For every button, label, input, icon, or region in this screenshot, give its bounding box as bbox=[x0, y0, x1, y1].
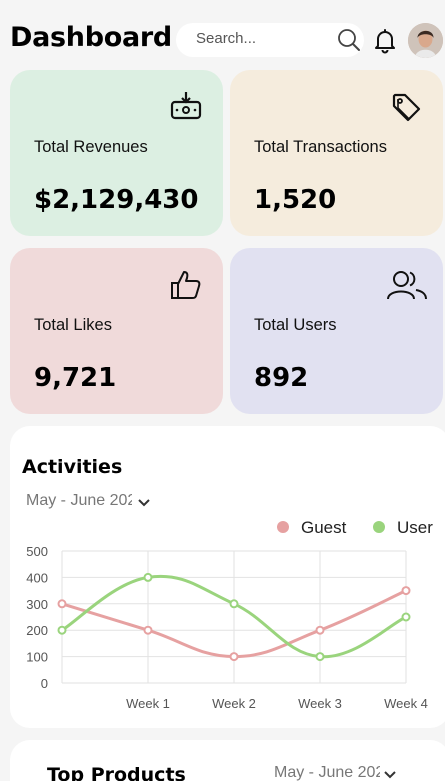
data-point-user bbox=[229, 599, 239, 609]
data-point-user bbox=[401, 612, 411, 622]
activities-panel: Activities May - June 2021 Guest User 0 1… bbox=[10, 426, 445, 728]
x-tick-label: Week 4 bbox=[384, 696, 428, 711]
legend-user-label: User bbox=[397, 518, 433, 537]
legend-guest-dot bbox=[277, 521, 289, 533]
y-tick-label: 100 bbox=[26, 650, 48, 665]
header: Dashboard bbox=[0, 8, 445, 70]
money-download-icon bbox=[170, 92, 202, 120]
stat-card-likes[interactable]: Total Likes 9,721 bbox=[10, 248, 223, 414]
data-point-guest bbox=[315, 625, 325, 635]
stat-label: Total Likes bbox=[34, 316, 112, 334]
top-products-title: Top Products bbox=[47, 764, 186, 781]
y-tick-label: 500 bbox=[26, 544, 48, 559]
data-point-user bbox=[57, 625, 67, 635]
search-input[interactable] bbox=[196, 30, 336, 47]
y-tick-label: 300 bbox=[26, 597, 48, 612]
stat-card-transactions[interactable]: Total Transactions 1,520 bbox=[230, 70, 443, 236]
data-point-user bbox=[315, 652, 325, 662]
thumbs-up-icon bbox=[171, 271, 201, 299]
stat-value: 9,721 bbox=[34, 363, 117, 393]
data-point-guest bbox=[57, 599, 67, 609]
stat-label: Total Transactions bbox=[254, 138, 387, 156]
stat-label: Total Revenues bbox=[34, 138, 148, 156]
x-tick-label: Week 1 bbox=[126, 696, 170, 711]
data-point-guest bbox=[401, 586, 411, 596]
data-point-guest bbox=[229, 652, 239, 662]
stat-card-revenues[interactable]: Total Revenues $2,129,430 bbox=[10, 70, 223, 236]
y-tick-label: 200 bbox=[26, 623, 48, 638]
search-box[interactable] bbox=[176, 23, 364, 57]
x-tick-label: Week 3 bbox=[298, 696, 342, 711]
legend-user-dot bbox=[373, 521, 385, 533]
range-label: May - June 2021 bbox=[274, 764, 380, 781]
bell-icon[interactable] bbox=[372, 28, 398, 54]
chevron-down-icon bbox=[384, 771, 396, 779]
page-title: Dashboard bbox=[10, 22, 172, 53]
stat-card-users[interactable]: Total Users 892 bbox=[230, 248, 443, 414]
avatar[interactable] bbox=[408, 23, 443, 58]
top-products-panel: Top Products May - June 2021 bbox=[10, 740, 445, 781]
chevron-down-icon bbox=[138, 499, 150, 507]
legend-guest-label: Guest bbox=[301, 518, 347, 537]
range-label: May - June 2021 bbox=[26, 492, 132, 509]
users-icon bbox=[387, 271, 427, 300]
stat-value: 1,520 bbox=[254, 185, 337, 215]
y-tick-label: 0 bbox=[41, 676, 48, 691]
activities-range-select[interactable]: May - June 2021 bbox=[26, 492, 156, 516]
y-tick-label: 400 bbox=[26, 570, 48, 585]
data-point-user bbox=[143, 572, 153, 582]
activities-chart: 0 100 200 300 400 500 Week 1 Week 2 Week 3 Week 4 bbox=[26, 544, 428, 711]
stat-label: Total Users bbox=[254, 316, 337, 334]
activities-title: Activities bbox=[22, 456, 123, 478]
stat-value: 892 bbox=[254, 363, 309, 393]
search-icon[interactable] bbox=[336, 27, 362, 53]
x-tick-label: Week 2 bbox=[212, 696, 256, 711]
tag-icon bbox=[392, 93, 421, 122]
top-products-range-select[interactable]: May - June 2021 bbox=[274, 764, 404, 781]
data-point-guest bbox=[143, 625, 153, 635]
stat-value: $2,129,430 bbox=[34, 185, 199, 215]
